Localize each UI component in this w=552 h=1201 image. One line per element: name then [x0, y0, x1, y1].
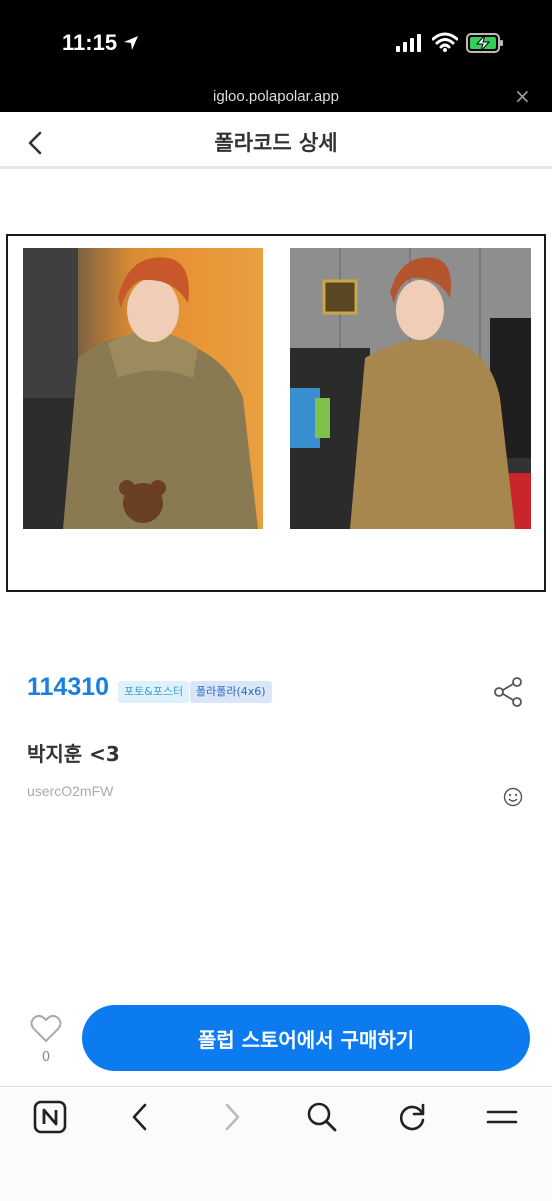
photo-right-illustration — [290, 248, 531, 529]
like-count: 0 — [41, 1050, 51, 1065]
signal-icon — [396, 34, 421, 52]
browser-forward-icon[interactable] — [220, 1100, 244, 1134]
category-badge: 포토&포스터 — [118, 681, 190, 703]
browser-toolbar — [0, 1086, 552, 1201]
heart-icon[interactable] — [30, 1014, 62, 1044]
battery-charging-icon — [466, 33, 503, 53]
photo-left-illustration — [23, 248, 258, 529]
item-title: 박지훈 <3 — [27, 742, 120, 766]
naver-home-icon[interactable] — [33, 1100, 67, 1134]
refresh-icon[interactable] — [395, 1100, 429, 1134]
photo-left[interactable] — [23, 248, 263, 529]
buy-button[interactable]: 폴럽 스토어에서 구매하기 — [82, 1005, 530, 1071]
search-icon[interactable] — [305, 1100, 339, 1134]
size-badge: 폴라폴라(4x6) — [190, 681, 272, 703]
share-icon[interactable] — [494, 677, 524, 707]
url-text[interactable]: igloo.polapolar.app — [0, 88, 552, 105]
browser-back-icon[interactable] — [128, 1100, 152, 1134]
username[interactable]: usercO2mFW — [27, 783, 113, 799]
url-close-button[interactable]: × — [514, 84, 531, 108]
photo-right[interactable] — [290, 248, 531, 529]
location-arrow-icon — [124, 36, 138, 50]
polacode-number: 114310 — [27, 673, 110, 701]
status-time: 11:15 — [62, 30, 118, 55]
smiley-icon[interactable] — [503, 787, 523, 807]
page-title: 폴라코드 상세 — [214, 131, 338, 155]
menu-icon[interactable] — [485, 1100, 519, 1134]
wifi-icon — [432, 32, 458, 52]
